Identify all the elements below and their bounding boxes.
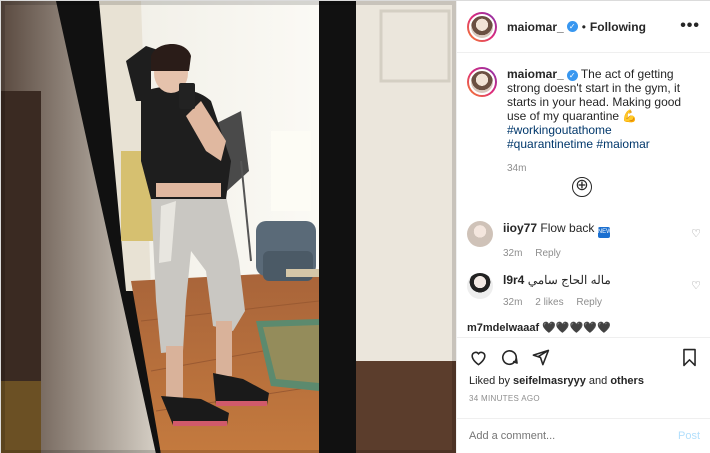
action-icons (469, 348, 550, 370)
comment-likes[interactable]: 2 likes (535, 297, 563, 308)
commenter-username[interactable]: l9r4 (503, 273, 524, 287)
liked-by-others[interactable]: others (610, 375, 644, 387)
hashtag-link[interactable]: #maiomar (596, 137, 649, 151)
comment-body: l9r4 ماله الحاج سامي (503, 273, 699, 287)
liked-by-prefix: Liked by (469, 375, 510, 387)
caption-time[interactable]: 34m (507, 162, 697, 176)
comment-like-heart-icon[interactable]: ♡ (691, 279, 701, 292)
commenter-avatar[interactable] (467, 221, 493, 247)
caption-username[interactable]: maiomar_ (507, 67, 564, 81)
post-comment-button[interactable]: Post (678, 430, 700, 442)
hashtag-link[interactable]: #workingoutathome (507, 123, 612, 137)
caption: maiomar_ ✓ The act of getting strong does… (467, 67, 707, 176)
author-username[interactable]: maiomar_ (507, 20, 564, 34)
mirror-selfie-image (1, 1, 456, 453)
add-comment-bar: Post (457, 418, 710, 453)
reply-button[interactable]: Reply (535, 248, 561, 259)
post-sidebar: maiomar_ ✓ • Following ••• maiomar_ ✓ The… (456, 1, 710, 453)
author-avatar[interactable] (467, 11, 497, 42)
post-photo[interactable] (1, 1, 456, 453)
share-direct-icon[interactable] (531, 348, 550, 367)
post-actions: Liked by seifelmasryyy and others 34 MIN… (457, 337, 710, 453)
liked-by-user[interactable]: seifelmasryyy (513, 375, 586, 387)
add-comment-input[interactable] (469, 430, 619, 442)
commenter-avatar[interactable] (467, 273, 493, 299)
following-button[interactable]: Following (590, 20, 646, 34)
liked-by-line: Liked by seifelmasryyy and others (469, 375, 644, 387)
hashtag-link[interactable]: #quarantinetime (507, 137, 593, 151)
more-dots-icon[interactable]: ••• (680, 17, 700, 35)
bookmark-icon[interactable] (680, 348, 699, 367)
comment-icon[interactable] (500, 348, 519, 367)
comment-body: iioy77 Flow back NEW (503, 221, 699, 238)
reply-button[interactable]: Reply (576, 297, 602, 308)
post-dialog: maiomar_ ✓ • Following ••• maiomar_ ✓ The… (0, 0, 710, 453)
verified-badge-icon: ✓ (566, 70, 578, 81)
comment-meta: 32m Reply (503, 248, 699, 259)
new-badge-emoji: NEW (597, 227, 612, 238)
comment-item: iioy77 Flow back NEW 32m Reply ♡ (467, 221, 701, 259)
commenter-username[interactable]: iioy77 (503, 221, 537, 235)
comment-time[interactable]: 32m (503, 248, 522, 259)
comment-text: Flow back (540, 221, 595, 235)
comment-meta: 32m 2 likes Reply (503, 297, 699, 308)
heart-icon[interactable] (469, 348, 488, 367)
flexed-biceps-emoji: 💪 (622, 109, 638, 123)
post-header: maiomar_ ✓ • Following ••• (457, 1, 710, 53)
verified-badge-icon: ✓ (566, 21, 578, 32)
comment-item: l9r4 ماله الحاج سامي 32m 2 likes Reply ♡ (467, 273, 701, 308)
comment-text: ماله الحاج سامي (527, 273, 611, 287)
caption-avatar[interactable] (467, 67, 497, 97)
comment-time[interactable]: 32m (503, 297, 522, 308)
partial-comment: m7mdelwaaaf 🖤🖤🖤🖤🖤 (467, 322, 611, 334)
load-more-comments-icon[interactable]: ⊕ (572, 177, 592, 197)
caption-body: maiomar_ ✓ The act of getting strong does… (507, 67, 697, 176)
separator-dot: • (581, 19, 586, 34)
posted-time[interactable]: 34 MINUTES AGO (469, 394, 540, 403)
liked-by-and: and (588, 375, 608, 387)
comment-like-heart-icon[interactable]: ♡ (691, 227, 701, 240)
